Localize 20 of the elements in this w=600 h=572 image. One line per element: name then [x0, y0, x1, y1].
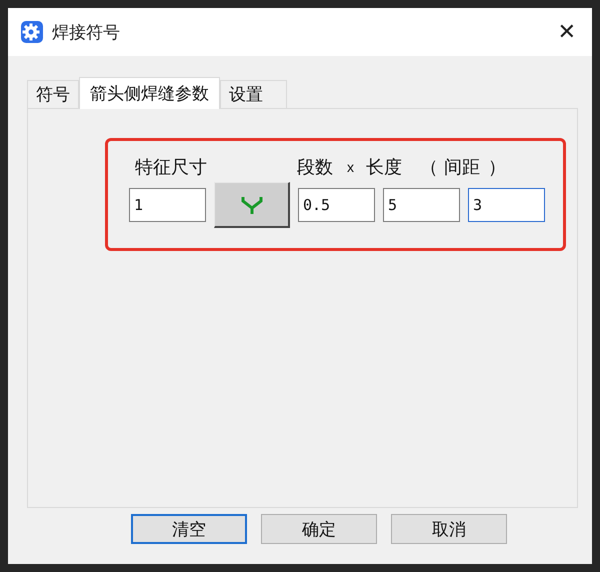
- input-field[interactable]: 1: [129, 188, 206, 222]
- column-label: 特征尺寸: [135, 156, 207, 179]
- column-label: 段数: [297, 156, 333, 179]
- column-label: ）: [488, 156, 506, 179]
- weld-symbol-button[interactable]: [214, 182, 290, 228]
- input-field[interactable]: 5: [383, 188, 460, 222]
- tab[interactable]: 符号: [27, 80, 79, 108]
- close-button[interactable]: ✕: [554, 20, 580, 44]
- app-icon: [20, 20, 44, 44]
- column-label: 间距: [444, 156, 480, 179]
- input-field[interactable]: 0.5: [298, 188, 375, 222]
- column-label: （: [420, 156, 438, 179]
- window-title: 焊接符号: [52, 22, 121, 44]
- column-label: x: [347, 159, 354, 175]
- dialog-button[interactable]: 取消: [391, 514, 507, 544]
- dialog-button[interactable]: 清空: [131, 514, 247, 544]
- dialog-button[interactable]: 确定: [261, 514, 377, 544]
- input-field[interactable]: 3: [468, 188, 545, 222]
- tab[interactable]: 箭头侧焊缝参数: [79, 77, 220, 109]
- column-label: 长度: [366, 156, 402, 179]
